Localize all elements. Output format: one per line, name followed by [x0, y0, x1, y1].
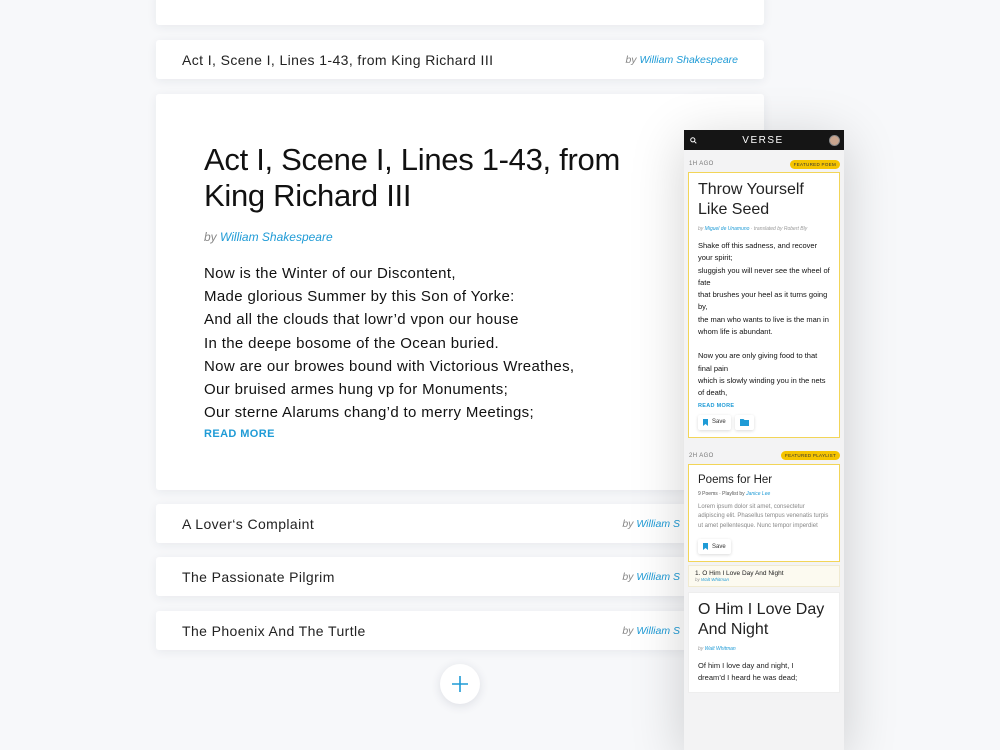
poem-title[interactable]: The Phoenix And The Turtle: [182, 623, 366, 639]
plus-icon: [452, 676, 468, 692]
add-to-folder-button[interactable]: [734, 414, 754, 430]
poem-line: Of him I love day and night, I: [698, 661, 794, 671]
poem-byline: by Walt Whitman: [698, 646, 830, 652]
by-label: by: [625, 53, 637, 66]
author-link[interactable]: William S: [636, 571, 680, 583]
poem-byline: by William S: [622, 571, 680, 583]
playlist-item-byline: by Walt Whitman: [695, 577, 833, 582]
author-link[interactable]: William S: [636, 518, 680, 530]
poem-title[interactable]: The Passionate Pilgrim: [182, 569, 335, 585]
translator: · translated by Robert Bly: [750, 226, 808, 232]
poem-line: Our sterne Alarums chang’d to merry Meet…: [204, 404, 535, 422]
author-link[interactable]: William Shakespeare: [639, 54, 738, 66]
bookmark-icon: [703, 543, 708, 551]
mobile-app-preview: VERSE 1H AGO FEATURED POEM Throw Yoursel…: [684, 130, 844, 750]
poem-mobile-card[interactable]: O Him I Love Day And Night by Walt Whitm…: [688, 592, 840, 693]
poem-line: Now is the Winter of our Discontent,: [204, 265, 456, 282]
save-button[interactable]: Save: [698, 539, 731, 555]
by-label: by: [695, 577, 700, 583]
poem-line: Shake off this sadness, and recover your…: [698, 241, 818, 263]
save-label: Save: [712, 543, 726, 550]
poem-list-item[interactable]: Act I, Scene I, Lines 1-43, from King Ri…: [156, 40, 764, 79]
poem-byline: by William S: [622, 518, 680, 530]
prev-poem-card: [156, 0, 764, 25]
poem-body: Of him I love day and night, I dream’d I…: [698, 660, 830, 685]
read-more-link[interactable]: READ MORE: [204, 428, 716, 440]
featured-playlist-card[interactable]: Poems for Her 9 Poems · Playlist by Jani…: [688, 463, 840, 563]
playlist-title: Poems for Her: [698, 473, 773, 486]
by-label: by: [622, 624, 634, 637]
playlist-description: Lorem ipsum dolor sit amet, consectetur …: [698, 503, 829, 529]
poem-body: Shake off this sadness, and recover your…: [698, 240, 830, 400]
poem-line: the man who wants to live is the man in …: [698, 314, 829, 337]
search-icon[interactable]: [690, 136, 697, 144]
poem-list-item[interactable]: The Passionate Pilgrim by William S: [156, 557, 764, 596]
author-link[interactable]: Walt Whitman: [705, 646, 736, 652]
poem-line: which is slowly winding you in the nets …: [698, 375, 826, 398]
poem-line: that brushes your heel as it turns going…: [698, 290, 828, 312]
poem-byline: by William S: [622, 625, 680, 637]
by-label: by: [204, 230, 217, 244]
author-link[interactable]: William Shakespeare: [220, 230, 333, 244]
poem-line: Now you are only giving food to that fin…: [698, 351, 818, 373]
author-link[interactable]: William S: [636, 625, 680, 637]
author-link[interactable]: Miguel de Unamuno: [705, 226, 750, 232]
playlist-item-title: 1. O Him I Love Day And Night: [695, 570, 784, 578]
save-button[interactable]: Save: [698, 414, 731, 430]
app-logo: VERSE: [742, 134, 784, 146]
by-label: by: [698, 646, 704, 653]
poem-line: sluggish you will never see the wheel of…: [698, 265, 830, 287]
card-meta: 2H AGO FEATURED PLAYLIST: [684, 448, 844, 464]
read-more-link[interactable]: READ MORE: [698, 403, 830, 409]
poem-line: Our bruised armes hung vp for Monuments;: [204, 381, 509, 399]
app-top-bar: VERSE: [684, 130, 844, 150]
poem-line: Now are our browes bound with Victorious…: [204, 357, 575, 375]
by-label: by: [622, 517, 634, 530]
playlist-item[interactable]: 1. O Him I Love Day And Night by Walt Wh…: [688, 565, 840, 588]
playlist-count: 9 Poems · Playlist by: [698, 490, 745, 497]
author-link[interactable]: Walt Whitman: [701, 577, 729, 582]
poem-line: And all the clouds that lowr’d vpon our …: [204, 311, 519, 329]
poem-body: Now is the Winter of our Discontent, Mad…: [204, 262, 716, 424]
poem-list-item[interactable]: A Lover‘s Complaint by William S: [156, 504, 764, 543]
add-button[interactable]: [440, 664, 480, 704]
poem-byline: by William Shakespeare: [625, 54, 738, 66]
folder-icon: [739, 418, 749, 426]
poem-line: Made glorious Summer by this Son of York…: [204, 288, 515, 306]
save-label: Save: [712, 419, 726, 426]
featured-poem-mobile-card[interactable]: Throw Yourself Like Seed by Miguel de Un…: [688, 172, 840, 438]
card-meta: 1H AGO FEATURED POEM: [684, 156, 844, 172]
poem-line: [698, 338, 830, 350]
poem-byline: by Miguel de Unamuno · translated by Rob…: [698, 226, 830, 232]
poem-title[interactable]: Act I, Scene I, Lines 1-43, from King Ri…: [182, 52, 493, 68]
poem-line: dream’d I heard he was dead;: [698, 673, 798, 683]
poem-title[interactable]: A Lover‘s Complaint: [182, 516, 314, 532]
bookmark-icon: [703, 418, 708, 426]
playlist-meta: 9 Poems · Playlist by Janice Lee: [698, 491, 830, 497]
poem-heading: Act I, Scene I, Lines 1-43, from King Ri…: [204, 142, 620, 213]
poem-heading: O Him I Love Day And Night: [698, 601, 825, 639]
poem-line: In the deepe bosome of the Ocean buried.: [204, 334, 500, 352]
avatar[interactable]: [829, 134, 840, 146]
featured-poem-card: Act I, Scene I, Lines 1-43, from King Ri…: [156, 94, 764, 490]
curator-link[interactable]: Janice Lee: [746, 491, 770, 497]
poem-list-item[interactable]: The Phoenix And The Turtle by William S: [156, 611, 764, 650]
by-label: by: [622, 570, 634, 583]
featured-badge: FEATURED PLAYLIST: [781, 451, 840, 461]
timestamp: 2H AGO: [689, 452, 714, 459]
poem-byline: by William Shakespeare: [204, 230, 716, 244]
poem-heading: Throw Yourself Like Seed: [698, 181, 804, 218]
featured-badge: FEATURED POEM: [789, 159, 840, 169]
by-label: by: [698, 226, 704, 232]
timestamp: 1H AGO: [689, 161, 714, 167]
